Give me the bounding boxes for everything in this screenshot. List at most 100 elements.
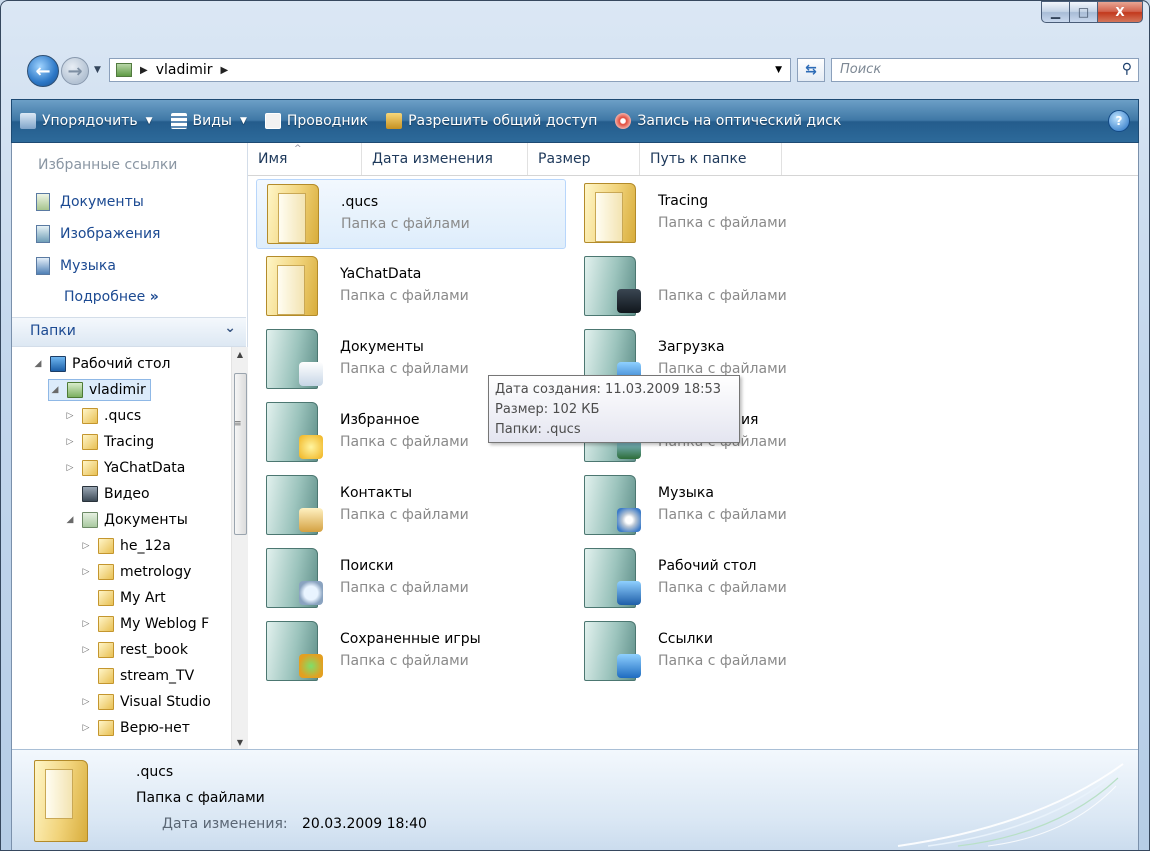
contacts-folder-icon xyxy=(266,475,323,535)
documents-folder-icon xyxy=(266,329,323,389)
column-name[interactable]: Имя ^ xyxy=(248,143,362,175)
tree-item[interactable]: ▷ he_12a xyxy=(80,535,171,557)
tree-item[interactable]: ▷ Tracing xyxy=(64,431,154,453)
chevron-down-icon: ⌄ xyxy=(224,320,236,336)
file-name: Музыка xyxy=(658,485,714,501)
favorite-link-music[interactable]: Музыка xyxy=(36,257,116,275)
tree-item[interactable]: ▷ My Weblog F xyxy=(80,613,209,635)
expand-arrow-icon[interactable]: ▷ xyxy=(64,463,76,473)
tree-item[interactable]: ◢ vladimir xyxy=(48,379,151,401)
help-icon: ? xyxy=(1115,114,1123,128)
collapse-arrow-icon[interactable]: ◢ xyxy=(64,515,76,525)
file-type: Папка с файлами xyxy=(658,215,787,231)
tree-item-label: Visual Studio xyxy=(120,694,211,710)
tree-item[interactable]: ▷ Visual Studio xyxy=(80,691,211,713)
file-type: Папка с файлами xyxy=(340,361,469,377)
expand-arrow-icon[interactable]: ▷ xyxy=(80,723,92,733)
breadcrumb-separator-icon[interactable]: ▶ xyxy=(140,65,148,76)
links-folder-badge-icon xyxy=(617,654,641,678)
column-size[interactable]: Размер xyxy=(528,143,640,175)
file-name: Избранное xyxy=(340,412,420,428)
file-item[interactable]: Сохраненные игры Папка с файлами xyxy=(256,617,566,687)
expand-arrow-icon[interactable]: ▷ xyxy=(80,697,92,707)
more-links-button[interactable]: Подробнее » xyxy=(64,289,159,305)
recent-pages-dropdown[interactable]: ▼ xyxy=(94,65,101,75)
expand-arrow-icon[interactable]: ▷ xyxy=(80,645,92,655)
search-icon[interactable]: ⚲ xyxy=(1122,61,1132,77)
views-label: Виды xyxy=(192,113,232,129)
expand-arrow-icon[interactable]: ▷ xyxy=(80,619,92,629)
tree-item[interactable]: ◢ Рабочий стол xyxy=(32,353,171,375)
more-label: Подробнее xyxy=(64,289,146,305)
file-item[interactable]: YaChatData Папка с файлами xyxy=(256,252,566,322)
scroll-thumb[interactable] xyxy=(234,373,247,535)
search-placeholder: Поиск xyxy=(840,62,882,77)
tree-item[interactable]: ▷ Верю-нет xyxy=(80,717,190,739)
tree-item[interactable]: ▷ .qucs xyxy=(64,405,141,427)
expand-arrow-icon[interactable]: ▷ xyxy=(64,437,76,447)
expand-arrow-icon[interactable]: ▷ xyxy=(64,411,76,421)
maximize-button[interactable]: □ xyxy=(1069,1,1097,23)
tree-item[interactable]: ▷ metrology xyxy=(80,561,191,583)
expand-arrow-icon[interactable]: ▷ xyxy=(80,541,92,551)
file-item[interactable]: Контакты Папка с файлами xyxy=(256,471,566,541)
address-bar[interactable]: ▶ vladimir ▶ ▼ xyxy=(109,58,791,82)
file-item[interactable]: Папка с файлами xyxy=(574,252,884,322)
file-item[interactable]: Рабочий стол Папка с файлами xyxy=(574,544,884,614)
tree-item[interactable]: ◢ Документы xyxy=(64,509,188,531)
address-dropdown-icon[interactable]: ▼ xyxy=(775,65,782,75)
burn-button[interactable]: Запись на оптический диск xyxy=(615,113,841,129)
favorite-links-title: Избранные ссылки xyxy=(38,157,178,173)
breadcrumb-separator-icon[interactable]: ▶ xyxy=(221,65,229,76)
refresh-button[interactable]: ⇆ xyxy=(797,58,825,82)
breadcrumb-vladimir[interactable]: vladimir xyxy=(156,62,213,78)
share-button[interactable]: Разрешить общий доступ xyxy=(386,113,597,129)
folder-icon xyxy=(98,668,114,684)
favorite-link-documents[interactable]: Документы xyxy=(36,193,144,211)
file-item[interactable]: Поиски Папка с файлами xyxy=(256,544,566,614)
collapse-arrow-icon[interactable]: ◢ xyxy=(49,385,61,395)
file-item[interactable]: Музыка Папка с файлами xyxy=(574,471,884,541)
tree-item-label: vladimir xyxy=(89,382,146,398)
scroll-up-icon[interactable]: ▲ xyxy=(232,347,248,363)
file-item[interactable]: Tracing Папка с файлами xyxy=(574,179,884,249)
file-name: Поиски xyxy=(340,558,394,574)
tree-item[interactable]: My Art xyxy=(80,587,166,609)
tooltip-created: Дата создания: 11.03.2009 18:53 xyxy=(495,382,722,397)
tree-item[interactable]: Видео xyxy=(64,483,150,505)
views-icon xyxy=(170,113,187,129)
organize-label: Упорядочить xyxy=(42,113,138,129)
organize-icon xyxy=(20,113,36,129)
tree-item-label: .qucs xyxy=(104,408,142,424)
search-input[interactable]: Поиск ⚲ xyxy=(831,58,1139,82)
tree-scrollbar[interactable]: ▲ ≡ ▼ xyxy=(231,347,248,751)
explorer-icon xyxy=(264,113,281,129)
favorite-link-pictures[interactable]: Изображения xyxy=(36,225,160,243)
folders-header[interactable]: Папки ⌄ xyxy=(12,317,246,347)
arrow-left-icon: ← xyxy=(35,60,51,82)
back-button[interactable]: ← xyxy=(27,55,59,87)
favorites-folder-icon xyxy=(266,402,323,462)
tree-item-label: My Weblog F xyxy=(120,616,210,632)
column-date-modified[interactable]: Дата изменения xyxy=(362,143,528,175)
pictures-icon xyxy=(36,225,50,243)
expand-arrow-icon[interactable]: ▷ xyxy=(80,567,92,577)
collapse-arrow-icon[interactable]: ◢ xyxy=(32,359,44,369)
views-menu[interactable]: Виды ▼ xyxy=(170,113,247,129)
help-button[interactable]: ? xyxy=(1108,110,1130,132)
favorites-folder-badge-icon xyxy=(299,435,323,459)
tree-item[interactable]: stream_TV xyxy=(80,665,194,687)
organize-menu[interactable]: Упорядочить ▼ xyxy=(20,113,153,129)
minimize-button[interactable]: ▁ xyxy=(1041,1,1069,23)
column-folder-path[interactable]: Путь к папке xyxy=(640,143,782,175)
forward-button[interactable]: → xyxy=(61,57,89,85)
command-bar: Упорядочить ▼ Виды ▼ Проводник Разрешить… xyxy=(11,99,1139,143)
file-item[interactable]: Ссылки Папка с файлами xyxy=(574,617,884,687)
folder-icon xyxy=(82,434,98,450)
explorer-button[interactable]: Проводник xyxy=(264,113,368,129)
tree-item[interactable]: ▷ rest_book xyxy=(80,639,188,661)
close-button[interactable]: X xyxy=(1097,1,1143,23)
sort-ascending-icon: ^ xyxy=(294,144,302,154)
file-item[interactable]: .qucs Папка с файлами xyxy=(256,179,566,249)
tree-item[interactable]: ▷ YaChatData xyxy=(64,457,185,479)
